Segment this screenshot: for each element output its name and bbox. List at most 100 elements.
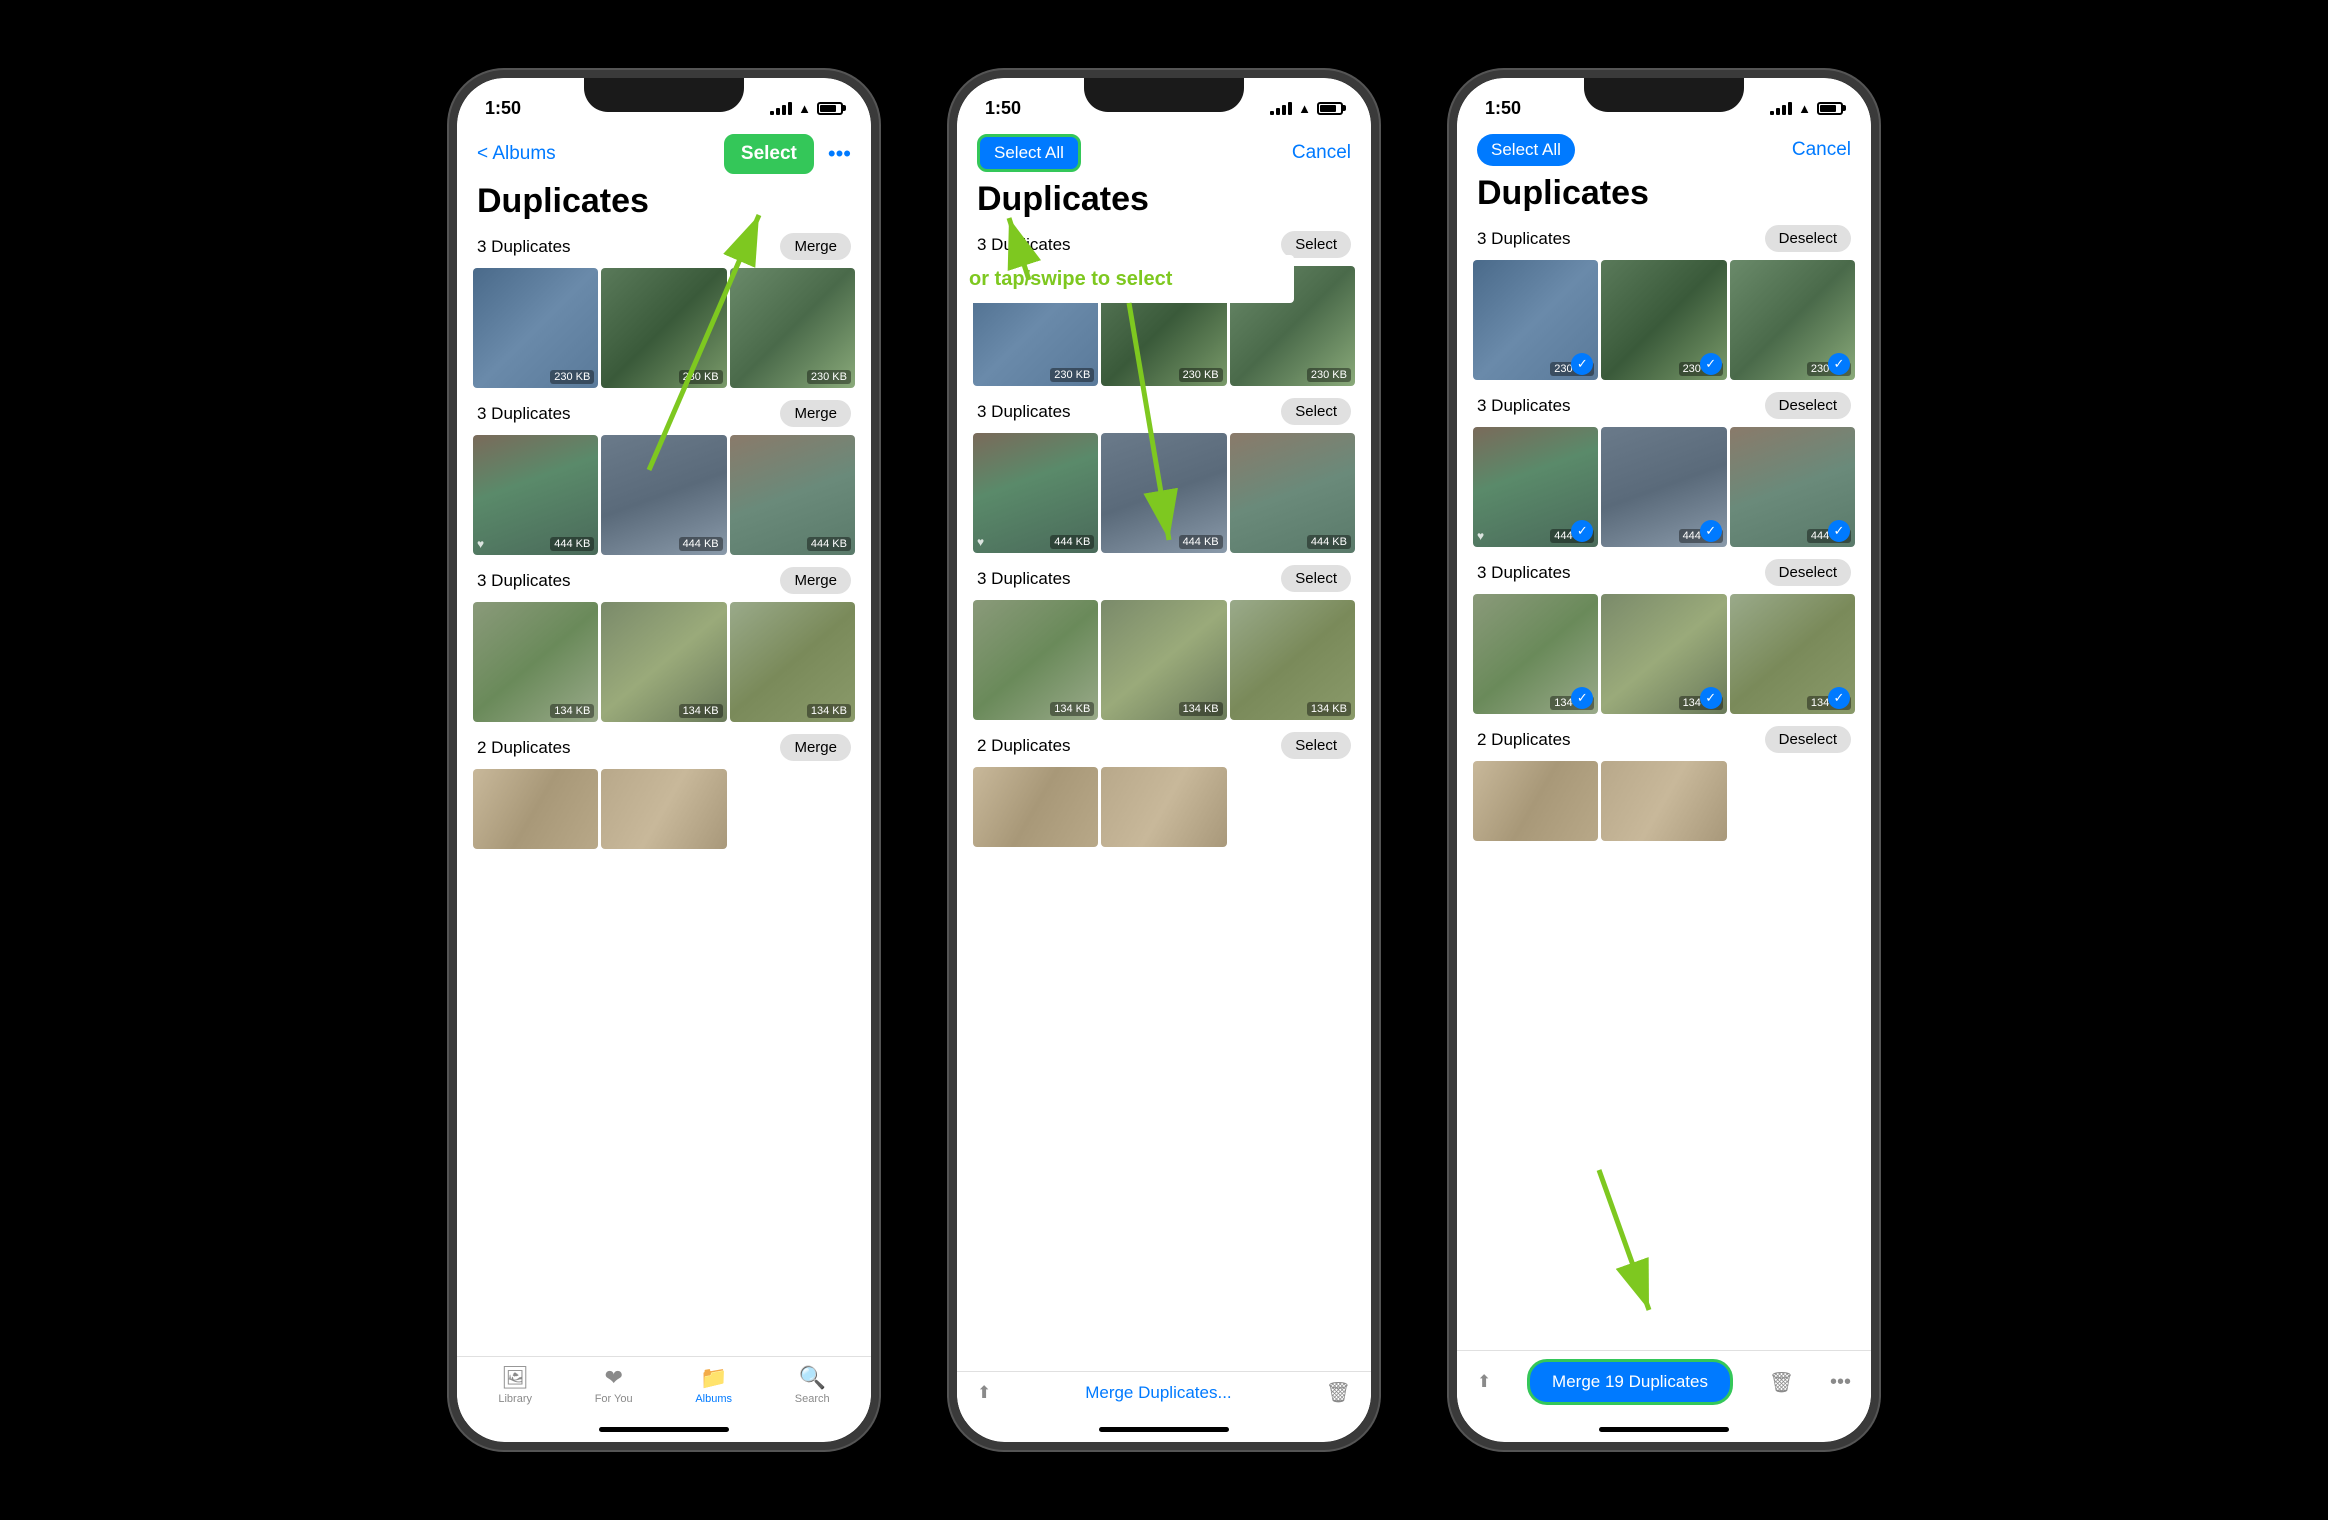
dup-group-3-2: 3 Duplicates Deselect ♥ 444 KB ✓ 444 KB <box>1473 392 1855 547</box>
sz-2-3-1: 134 KB <box>1050 702 1094 716</box>
heart-icon-2-2-1: ♥ <box>977 535 984 549</box>
library-label-1: Library <box>498 1393 532 1405</box>
sz-2-1-1: 230 KB <box>1050 368 1094 382</box>
photo-3-1-3: 230 KB ✓ <box>1730 260 1855 380</box>
check-3-1-2: ✓ <box>1700 353 1722 375</box>
albums-icon-1: 📁 <box>700 1365 727 1391</box>
photo-2-1-3: 230 KB <box>1230 266 1355 386</box>
signal-icon-2 <box>1270 101 1292 115</box>
cancel-button-3[interactable]: Cancel <box>1792 139 1851 161</box>
deselect-btn-3-4[interactable]: Deselect <box>1765 726 1851 753</box>
sz-2-2-2: 444 KB <box>1179 535 1223 549</box>
dup-count-3-2: 3 Duplicates <box>1477 396 1571 416</box>
status-icons-1: ▲ <box>770 101 843 116</box>
cancel-button-2[interactable]: Cancel <box>1292 142 1351 164</box>
check-3-2-3: ✓ <box>1828 520 1850 542</box>
tab-albums-1[interactable]: 📁 Albums <box>695 1365 732 1405</box>
photo-2-3-1: 134 KB <box>973 600 1098 720</box>
photo-2-3-2: 134 KB <box>1101 600 1226 720</box>
photos-row-3-2: ♥ 444 KB ✓ 444 KB ✓ 444 KB ✓ <box>1473 427 1855 547</box>
photos-row-2-2: ♥ 444 KB 444 KB 444 KB <box>973 433 1355 553</box>
trash-icon-2: 🗑 <box>1326 1380 1351 1405</box>
tab-library-1[interactable]: 🖼 Library <box>498 1365 532 1405</box>
nav-bar-1: < Albums Select ••• <box>457 130 871 182</box>
select-btn-2-1[interactable]: Select <box>1281 231 1351 258</box>
select-button-1[interactable]: Select <box>724 134 814 174</box>
select-all-button-3[interactable]: Select All <box>1477 134 1575 166</box>
merge-btn-1-1[interactable]: Merge <box>780 233 851 260</box>
back-button-1[interactable]: < Albums <box>477 143 556 165</box>
tab-search-1[interactable]: 🔍 Search <box>795 1365 830 1405</box>
home-indicator-3 <box>1599 1427 1729 1432</box>
dup-count-1-1: 3 Duplicates <box>477 237 571 257</box>
photo-size-1-2-3: 444 KB <box>807 537 851 551</box>
photo-1-4-1 <box>473 769 598 849</box>
photo-size-1-2-2: 444 KB <box>679 537 723 551</box>
page-title-2: Duplicates <box>957 180 1371 231</box>
photo-2-2-3: 444 KB <box>1230 433 1355 553</box>
photo-3-2-3: 444 KB ✓ <box>1730 427 1855 547</box>
more-button-1[interactable]: ••• <box>828 141 851 167</box>
photo-1-2-3: 444 KB <box>730 435 855 555</box>
photo-size-1-1-2: 230 KB <box>679 370 723 384</box>
search-icon-1: 🔍 <box>798 1365 825 1391</box>
time-2: 1:50 <box>985 98 1021 119</box>
status-icons-2: ▲ <box>1270 101 1343 116</box>
wifi-icon-3: ▲ <box>1798 101 1811 116</box>
merge-btn-1-3[interactable]: Merge <box>780 567 851 594</box>
photo-3-4-2 <box>1601 761 1726 841</box>
select-btn-2-4[interactable]: Select <box>1281 732 1351 759</box>
trash-icon-3: 🗑 <box>1769 1370 1794 1395</box>
check-3-3-3: ✓ <box>1828 687 1850 709</box>
photo-2-2-1: ♥ 444 KB <box>973 433 1098 553</box>
dup-count-1-3: 3 Duplicates <box>477 571 571 591</box>
deselect-btn-3-2[interactable]: Deselect <box>1765 392 1851 419</box>
photo-3-3-1: 134 KB ✓ <box>1473 594 1598 714</box>
merge-duplicates-btn-2[interactable]: Merge Duplicates... <box>1085 1383 1231 1403</box>
photo-1-2-1: ♥ 444 KB <box>473 435 598 555</box>
photo-size-1-3-1: 134 KB <box>550 704 594 718</box>
dup-group-2-2: 3 Duplicates Select ♥ 444 KB 444 KB 444 … <box>973 398 1355 553</box>
dup-count-3-4: 2 Duplicates <box>1477 730 1571 750</box>
select-all-button-2[interactable]: Select All <box>977 134 1081 172</box>
sz-2-2-3: 444 KB <box>1307 535 1351 549</box>
dup-count-2-4: 2 Duplicates <box>977 736 1071 756</box>
dup-group-2-4: 2 Duplicates Select <box>973 732 1355 847</box>
photo-3-3-3: 134 KB ✓ <box>1730 594 1855 714</box>
photo-2-1-2: 230 KB <box>1101 266 1226 386</box>
tab-foryou-1[interactable]: ❤ For You <box>595 1365 633 1405</box>
sz-2-2-1: 444 KB <box>1050 535 1094 549</box>
photos-row-2-4 <box>973 767 1355 847</box>
select-btn-2-2[interactable]: Select <box>1281 398 1351 425</box>
deselect-btn-3-1[interactable]: Deselect <box>1765 225 1851 252</box>
foryou-icon-1: ❤ <box>604 1365 622 1391</box>
content-1: 3 Duplicates Merge 230 KB 230 KB 230 KB … <box>457 233 871 1356</box>
share-icon-2: ⬆ <box>977 1383 991 1403</box>
merge-btn-1-4[interactable]: Merge <box>780 734 851 761</box>
photo-1-1-3: 230 KB <box>730 268 855 388</box>
select-btn-2-3[interactable]: Select <box>1281 565 1351 592</box>
time-1: 1:50 <box>485 98 521 119</box>
photo-3-1-2: 230 KB ✓ <box>1601 260 1726 380</box>
share-icon-3: ⬆ <box>1477 1372 1491 1392</box>
deselect-btn-3-3[interactable]: Deselect <box>1765 559 1851 586</box>
photo-size-1-2-1: 444 KB <box>550 537 594 551</box>
dup-count-2-3: 3 Duplicates <box>977 569 1071 589</box>
library-icon-1: 🖼 <box>501 1365 529 1391</box>
photo-size-1-1-3: 230 KB <box>807 370 851 384</box>
merge-19-button[interactable]: Merge 19 Duplicates <box>1527 1359 1733 1405</box>
photos-row-1-1: 230 KB 230 KB 230 KB <box>473 268 855 388</box>
dup-group-3-1: 3 Duplicates Deselect 230 KB ✓ 230 KB ✓ <box>1473 225 1855 380</box>
content-2: 3 Duplicates Select 230 KB 230 KB 230 KB… <box>957 231 1371 1371</box>
more-icon-3[interactable]: ••• <box>1830 1371 1851 1394</box>
notch-3 <box>1584 78 1744 112</box>
merge-btn-1-2[interactable]: Merge <box>780 400 851 427</box>
check-3-3-2: ✓ <box>1700 687 1722 709</box>
phone-3: 1:50 ▲ Select All Cancel <box>1449 70 1879 1450</box>
photos-row-1-2: ♥ 444 KB 444 KB 444 KB <box>473 435 855 555</box>
home-indicator-1 <box>599 1427 729 1432</box>
heart-icon-3-2-1: ♥ <box>1477 529 1484 543</box>
dup-count-2-1: 3 Duplicates <box>977 235 1071 255</box>
photo-3-2-1: ♥ 444 KB ✓ <box>1473 427 1598 547</box>
search-label-1: Search <box>795 1393 830 1405</box>
